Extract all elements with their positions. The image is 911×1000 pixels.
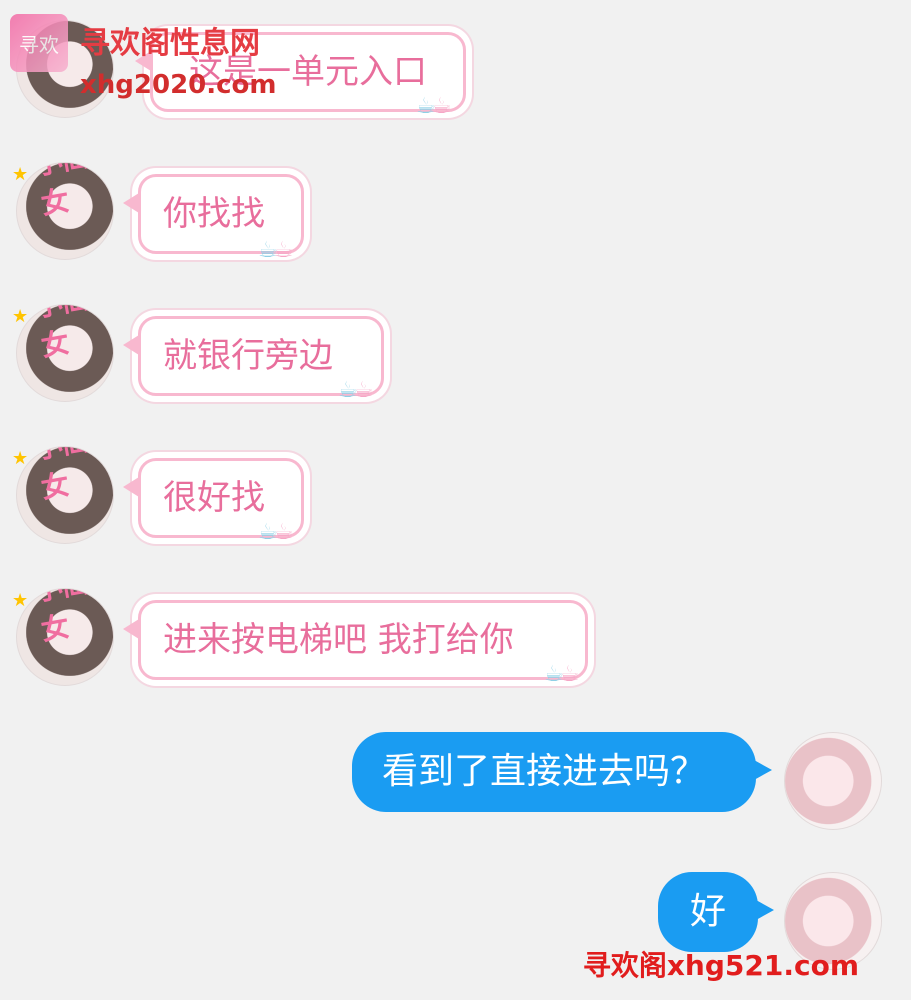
contact-avatar[interactable]: 小仙女 <box>16 588 114 686</box>
message-text: 就银行旁边 <box>163 336 333 376</box>
message-text: 好 <box>689 891 726 932</box>
message-bubble[interactable]: 进来按电梯吧 我打给你 <box>123 600 588 680</box>
watermark-url: xhg2020.com <box>80 70 277 100</box>
message-bubble[interactable]: 看到了直接进去吗？ <box>352 732 772 812</box>
user-avatar[interactable] <box>784 732 882 830</box>
watermark-logo: 寻欢 <box>10 14 68 72</box>
sticker-label: 小仙女 <box>31 163 88 222</box>
star-icon: ★ <box>12 448 29 469</box>
message-text: 进来按电梯吧 我打给你 <box>163 620 514 660</box>
cups-icon: ☕☕ <box>338 378 374 403</box>
contact-avatar[interactable]: 小仙女 <box>16 304 114 402</box>
watermark-footer: 寻欢阁xhg521.com <box>582 949 859 982</box>
contact-avatar[interactable]: 小仙女 <box>16 446 114 544</box>
cups-icon: ☕☕ <box>258 238 294 263</box>
cups-icon: ☕☕ <box>544 662 580 687</box>
contact-avatar[interactable]: 小仙女 <box>16 162 114 260</box>
sticker-label: 小仙女 <box>31 447 88 506</box>
sticker-label: 小仙女 <box>31 305 88 364</box>
watermark-header: 寻欢 寻欢阁性息网 xhg2020.com <box>10 6 470 100</box>
message-text: 看到了直接进去吗？ <box>382 751 707 792</box>
watermark-title: 寻欢阁性息网 <box>80 26 260 61</box>
message-text: 很好找 <box>163 478 265 518</box>
cups-icon: ☕☕ <box>258 520 294 545</box>
message-bubble[interactable]: 好 <box>658 872 774 952</box>
star-icon: ★ <box>12 590 29 611</box>
star-icon: ★ <box>12 306 29 327</box>
sticker-label: 小仙女 <box>31 589 88 648</box>
star-icon: ★ <box>12 164 29 185</box>
cups-icon: ☕☕ <box>416 94 452 119</box>
message-text: 你找找 <box>163 194 265 234</box>
